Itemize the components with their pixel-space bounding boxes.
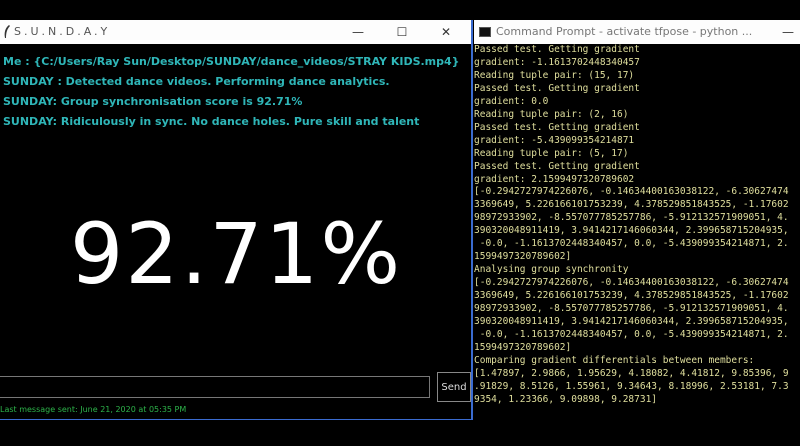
console-line: gradient: 0.0 [474, 95, 549, 107]
console-line: [1.47897, 2.9866, 1.95629, 4.18082, 4.41… [474, 367, 789, 379]
console-line: Passed test. Getting gradient [474, 44, 640, 55]
console-line: 3369649, 5.226166101753239, 4.3785298518… [474, 290, 789, 302]
console-line: gradient: -5.439099354214871 [474, 134, 635, 146]
console-line: 390320048911419, 3.9414217146060344, 2.3… [474, 225, 789, 237]
chat-log: Me : {C:/Users/Ray Sun/Desktop/SUNDAY/da… [0, 52, 472, 132]
last-message-status: Last message sent: June 21, 2020 at 05:3… [0, 405, 187, 414]
console-line: 98972933902, -8.557077785257786, -5.9121… [474, 303, 789, 315]
console-line: -0.0, -1.1613702448340457, 0.0, -5.43909… [474, 238, 789, 250]
console-line: -0.0, -1.1613702448340457, 0.0, -5.43909… [474, 328, 789, 340]
console-output: Passed test. Getting gradient gradient: -… [474, 44, 800, 407]
cmd-window-title: Command Prompt - activate tfpose - pytho… [496, 25, 753, 38]
console-line: 9354, 1.23366, 9.09898, 9.28731] [474, 393, 658, 405]
window-border [0, 419, 472, 420]
console-line: Reading tuple pair: (5, 17) [474, 147, 629, 159]
console-line: Comparing gradient differentials between… [474, 354, 755, 366]
sunday-window: S.U.N.D.A.Y — ☐ ✕ Me : {C:/Users/Ray Sun… [0, 20, 472, 420]
minimize-button[interactable]: — [766, 20, 800, 44]
console-line: 1599497320789602] [474, 341, 572, 353]
sunday-titlebar[interactable]: S.U.N.D.A.Y — ☐ ✕ [0, 20, 472, 44]
command-prompt-window: Command Prompt - activate tfpose - pytho… [474, 20, 800, 446]
console-line: 1599497320789602] [474, 251, 572, 263]
console-line: .91829, 8.5126, 1.55961, 9.34643, 8.1899… [474, 380, 789, 392]
send-button[interactable]: Send [437, 372, 471, 402]
console-line: Reading tuple pair: (2, 16) [474, 108, 629, 120]
console-line: Analysing group synchronity [474, 264, 629, 276]
message-input[interactable] [0, 376, 430, 398]
feather-icon [4, 25, 10, 38]
chat-message: SUNDAY: Ridiculously in sync. No dance h… [3, 115, 420, 128]
sync-score-display: 92.71% [69, 205, 403, 303]
console-line: Passed test. Getting gradient [474, 160, 640, 172]
chat-message: Me : {C:/Users/Ray Sun/Desktop/SUNDAY/da… [3, 55, 460, 68]
console-line: 98972933902, -8.557077785257786, -5.9121… [474, 212, 789, 224]
maximize-button[interactable]: ☐ [380, 20, 424, 44]
cmd-icon [479, 27, 491, 37]
console-line: Reading tuple pair: (15, 17) [474, 69, 635, 81]
window-title: S.U.N.D.A.Y [14, 25, 111, 38]
chat-message: SUNDAY : Detected dance videos. Performi… [3, 75, 390, 88]
console-line: [-0.2942727974226076, -0.146344001630381… [474, 277, 789, 289]
close-button[interactable]: ✕ [424, 20, 468, 44]
chat-message: SUNDAY: Group synchronisation score is 9… [3, 95, 303, 108]
cmd-titlebar[interactable]: Command Prompt - activate tfpose - pytho… [474, 20, 800, 44]
console-line: Passed test. Getting gradient [474, 82, 640, 94]
minimize-button[interactable]: — [336, 20, 380, 44]
console-line: gradient: 2.1599497320789602 [474, 173, 635, 185]
console-line: 3369649, 5.226166101753239, 4.3785298518… [474, 199, 789, 211]
console-line: Passed test. Getting gradient [474, 121, 640, 133]
window-border [471, 20, 473, 420]
console-line: [-0.2942727974226076, -0.146344001630381… [474, 186, 789, 198]
console-line: 390320048911419, 3.9414217146060344, 2.3… [474, 316, 789, 328]
console-line: gradient: -1.1613702448340457 [474, 56, 640, 68]
